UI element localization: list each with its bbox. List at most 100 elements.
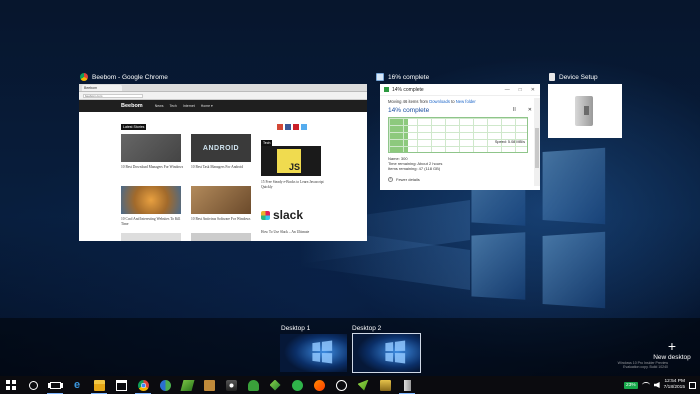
taskbar-app[interactable] [220, 376, 242, 394]
clock-date: 7/18/2015 [663, 385, 685, 390]
article-thumbnail-cat [121, 186, 181, 214]
window-title-chrome[interactable]: Beebom - Google Chrome [80, 73, 168, 81]
desktop-1-thumbnail[interactable] [280, 334, 347, 372]
app-icon [357, 379, 369, 391]
taskbar-app[interactable] [176, 376, 198, 394]
article-title[interactable]: How To Use Slack – An Ultimate [261, 230, 331, 235]
article-title[interactable]: 15 Free Steady e-Books to Learn Javascri… [261, 180, 325, 189]
source-folder-link[interactable]: Downloads [429, 99, 450, 104]
desktop-2-thumbnail[interactable] [352, 333, 421, 373]
copy-progress-icon [384, 87, 389, 92]
battery-indicator[interactable]: 23% [624, 381, 638, 389]
chrome-url: beebom.com [83, 93, 143, 98]
taskbar-store[interactable] [110, 376, 132, 394]
window-title-chrome-label: Beebom - Google Chrome [92, 73, 168, 81]
taskbar-app[interactable] [330, 376, 352, 394]
items-remaining-line: Items remaining: 47 (118 GB) [388, 166, 441, 171]
article-title[interactable]: 10 Best Task Managers For Android [191, 165, 255, 170]
app-icon [225, 379, 237, 391]
app-icon [180, 379, 194, 391]
cancel-button[interactable]: ✕ [528, 107, 532, 114]
graph-grid [389, 118, 527, 152]
facebook-icon [285, 124, 291, 130]
taskbar-app[interactable] [396, 376, 418, 394]
system-tray: 23% 12:54 PM 7/18/2015 [624, 376, 700, 394]
taskbar-app[interactable] [308, 376, 330, 394]
transfer-speed-graph: Speed: 5.08 MB/s [388, 117, 528, 153]
taskbar-clock[interactable]: 12:54 PM 7/18/2015 [664, 379, 685, 391]
article-title[interactable]: 10 Cool And Interesting Websites To Kill… [121, 217, 185, 226]
desktop-2-label: Desktop 2 [352, 325, 382, 332]
article-title[interactable]: 10 Best Antivirus Software For Windows [191, 217, 255, 222]
taskbar-app[interactable] [286, 376, 308, 394]
site-content: Latest Stories Tech ANDROID JS 10 Best D… [79, 112, 367, 241]
chrome-tab-strip: Beebom [79, 84, 367, 92]
fewer-details-toggle[interactable]: ˄ Fewer details [388, 177, 420, 182]
taskbar-app[interactable] [374, 376, 396, 394]
article-thumbnail-partial [191, 233, 251, 241]
chrome-window-thumbnail[interactable]: Beebom beebom.com Beebom News Tech Inter… [79, 84, 367, 241]
pause-button[interactable]: II [513, 107, 516, 114]
plus-icon: + [667, 338, 677, 354]
pinterest-icon [293, 124, 299, 130]
dialog-scrollbar[interactable] [534, 98, 540, 186]
site-nav-item: Home ▾ [200, 104, 213, 108]
scrollbar-thumb[interactable] [535, 128, 539, 168]
app-icon [203, 379, 215, 391]
article-thumbnail-js: JS [261, 146, 321, 176]
window-title-transfer-label: 16% complete [388, 73, 430, 81]
article-thumbnail-partial [121, 233, 181, 241]
social-icons [277, 124, 307, 130]
taskbar-edge[interactable]: e [66, 376, 88, 394]
app-icon [335, 379, 347, 391]
taskbar-app[interactable] [154, 376, 176, 394]
gplus-icon [277, 124, 283, 130]
taskbar-app[interactable] [198, 376, 220, 394]
article-title[interactable]: 10 Best Download Managers For Windows [121, 165, 185, 170]
taskbar-app[interactable] [242, 376, 264, 394]
transfer-description: Moving 46 items from Downloads to New fo… [380, 99, 540, 104]
taskbar: e 23% 12:54 PM 7/18/2015 [0, 376, 700, 394]
file-explorer-icon [93, 379, 105, 391]
device-setup-icon [403, 379, 411, 391]
destination-folder-link[interactable]: New folder [456, 99, 476, 104]
close-icon[interactable]: ✕ [531, 87, 535, 93]
device-tower-icon [575, 96, 593, 126]
volume-icon[interactable] [653, 382, 660, 388]
store-icon [115, 379, 127, 391]
site-logo: Beebom [121, 103, 143, 109]
desktop-1-label: Desktop 1 [281, 325, 311, 332]
taskbar-app[interactable] [264, 376, 286, 394]
taskbar-chrome[interactable] [132, 376, 154, 394]
task-view-button[interactable] [44, 376, 66, 394]
taskbar-file-explorer[interactable] [88, 376, 110, 394]
window-title-device-setup[interactable]: Device Setup [549, 73, 598, 81]
device-setup-icon [549, 73, 555, 81]
js-tile-text: JS [277, 149, 301, 173]
virtual-desktop-strip [0, 318, 700, 376]
chrome-tab: Beebom [82, 84, 122, 91]
wifi-icon[interactable] [641, 382, 650, 388]
device-setup-thumbnail[interactable] [548, 84, 622, 138]
minimize-icon[interactable]: — [505, 87, 510, 93]
file-copy-icon [376, 73, 384, 81]
watermark-line: Evaluation copy. Build 10240 [623, 365, 668, 370]
taskbar-app[interactable] [352, 376, 374, 394]
twitter-icon [301, 124, 307, 130]
start-button[interactable] [0, 376, 22, 394]
start-icon [6, 380, 16, 390]
cortana-button[interactable] [22, 376, 44, 394]
slack-logo-icon [261, 210, 270, 220]
transfer-speed: Speed: 5.08 MB/s [494, 140, 525, 144]
transfer-dialog-titlebar: 14% complete — □ ✕ [380, 84, 540, 96]
new-desktop-button[interactable]: + New desktop [652, 338, 692, 361]
notifications-icon[interactable] [689, 381, 696, 389]
chrome-icon [80, 73, 88, 81]
new-desktop-label: New desktop [653, 354, 691, 361]
app-icon [269, 379, 281, 391]
maximize-icon[interactable]: □ [519, 87, 522, 93]
article-thumbnail-laptop [191, 186, 251, 214]
window-title-transfer[interactable]: 16% complete [376, 73, 429, 81]
edge-icon: e [73, 378, 81, 391]
transfer-dialog-thumbnail[interactable]: 14% complete — □ ✕ Moving 46 items from … [380, 84, 540, 190]
